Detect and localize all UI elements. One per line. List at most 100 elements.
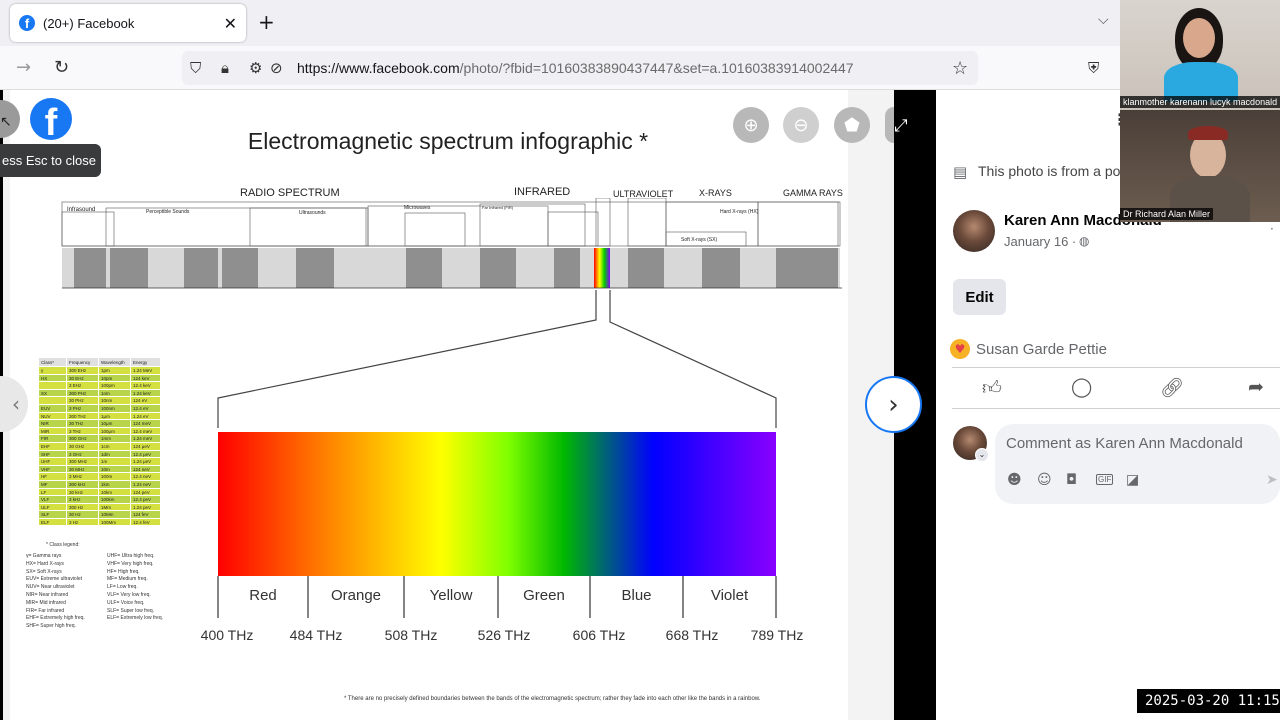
pocket-icon[interactable]: ⛨ [1088, 59, 1099, 77]
class-table-row: NIR 30 THz 10μm 124 meV [39, 420, 161, 428]
class-table-row: LF 30 kHz 10km 124 peV [39, 488, 161, 497]
browser-tab[interactable]: f (20+) Facebook ✕ [10, 4, 246, 42]
zoom-connector-lines [217, 290, 777, 428]
class-legend-item: NUV= Near ultraviolet [26, 584, 75, 591]
zoom-out-icon[interactable]: ⊖ [783, 107, 819, 143]
class-table-cell: EHF [39, 442, 67, 450]
class-table-row: EUV 3 PHz 100nm 12.4 eV [39, 404, 161, 413]
permissions-icon[interactable]: ⚙ [249, 59, 262, 77]
class-table-cell: 100μm [99, 427, 131, 435]
sub-band-soft-xrays: Soft X-rays (SX) [681, 237, 718, 243]
chevron-down-icon[interactable]: ⌄ [975, 448, 989, 462]
comment-input[interactable]: Comment as Karen Ann Macdonald [1006, 435, 1243, 452]
lock-icon[interactable]: 🔒︎ [221, 59, 229, 77]
class-table-cell: 124 peV [131, 488, 161, 496]
color-label-red: Red [249, 587, 277, 604]
class-table-cell: 100pm [99, 382, 131, 389]
class-table-cell: 124 eV [131, 397, 161, 404]
class-table-row: MIR 3 THz 100μm 12.4 meV [39, 427, 161, 436]
class-table-cell: ELF [39, 518, 67, 526]
options-button-partial[interactable] [885, 107, 894, 143]
color-label-orange: Orange [330, 587, 382, 604]
tag-icon[interactable]: ⬟ [834, 107, 870, 143]
class-table-cell: 124 feV [131, 511, 161, 518]
sub-band-microwaves: Microwaves [404, 205, 431, 211]
edit-button[interactable]: Edit [953, 279, 1006, 315]
author-avatar[interactable] [953, 210, 995, 252]
class-table-cell: 100Mm [99, 518, 131, 526]
class-table-cell: 1.24 MeV [131, 367, 161, 374]
class-legend-item: MF= Medium freq. [107, 576, 148, 583]
class-table-cell: 12.4 μeV [131, 450, 161, 458]
class-table-cell: 3 GHz [67, 450, 99, 458]
album-source-text[interactable]: This photo is from a po [978, 163, 1120, 179]
class-table-cell: VHF [39, 465, 67, 473]
new-tab-button[interactable]: + [258, 10, 275, 34]
shield-icon[interactable]: ⛉ [190, 59, 201, 77]
participant-1-face [1183, 18, 1215, 58]
camera-icon[interactable]: ◘ [1066, 472, 1077, 488]
facebook-logo-icon[interactable]: f [30, 98, 72, 140]
class-table-row: UHF 300 MHz 1m 1.24 μeV [39, 458, 161, 466]
class-legend-item: γ= Gamma rays [26, 553, 62, 559]
globe-icon: ◍ [1079, 234, 1090, 248]
class-legend-item: VHF= Very high freq. [107, 560, 154, 567]
zoom-in-icon[interactable]: ⊕ [733, 107, 769, 143]
reload-icon[interactable]: ↻ [54, 57, 69, 78]
class-table-cell: γ [39, 367, 67, 374]
class-table-cell: 30 GHz [67, 442, 99, 450]
class-table-cell: NIR [39, 420, 67, 427]
chevron-down-icon[interactable]: ⌵ [1098, 12, 1109, 28]
class-table-cell: 1Mm [99, 503, 131, 511]
care-reaction-icon[interactable]: ♥ [950, 339, 970, 359]
class-table-row: VHF 30 MHz 10m 124 neV [39, 465, 161, 474]
class-table-cell: 10m [99, 465, 131, 473]
class-table-cell: 1km [99, 480, 131, 488]
class-table: Class* Frequency Wavelength Energy γ 300 EHz 1… [39, 358, 161, 527]
next-photo-button[interactable]: › [865, 376, 922, 433]
class-table-row: EHF 30 GHz 1cm 124 μeV [39, 442, 161, 451]
camera-blocked-icon[interactable]: ⊘ [270, 59, 283, 77]
like-icon[interactable]: 👍︎ [982, 377, 1002, 400]
class-table-row: γ 300 EHz 1pm 1.24 MeV [39, 367, 161, 375]
fullscreen-icon[interactable]: ⤢ [894, 116, 908, 136]
sticker-icon[interactable]: ◪ [1126, 472, 1139, 488]
legend-title: * Class legend: [46, 542, 80, 548]
class-table-cell: 10km [99, 488, 131, 496]
url-text[interactable]: https://www.facebook.com/photo/?fbid=101… [297, 60, 854, 76]
divider [952, 408, 1280, 409]
post-menu-icon[interactable]: · [1270, 222, 1274, 236]
class-table-cell: ULF [39, 503, 67, 511]
class-table-cell: 100m [99, 473, 131, 480]
bookmark-star-icon[interactable]: ☆ [952, 58, 968, 79]
freq-label-508: 508 THz [384, 627, 438, 643]
emoji-icon[interactable]: ☺ [1037, 472, 1052, 488]
forward-icon[interactable]: → [16, 57, 31, 78]
freq-label-789: 789 THz [750, 627, 804, 643]
class-table-cell: 1pm [99, 367, 131, 374]
class-table-cell: 10μm [99, 420, 131, 427]
class-legend-item: VLF= Very low freq. [107, 591, 151, 598]
avatar-sticker-icon[interactable]: ☻ [1007, 472, 1022, 488]
participant-2-name: Dr Richard Alan Miller [1120, 208, 1214, 220]
class-table-cell: FIR [39, 435, 67, 442]
comment-icon[interactable]: ◯ [1071, 376, 1092, 398]
band-header-infrared: INFRARED [514, 186, 571, 198]
gif-icon[interactable]: GIF [1096, 474, 1114, 485]
class-table-cell: 30 Hz [67, 511, 99, 518]
class-table-cell: 1.24 meV [131, 435, 161, 442]
band-header-xrays: X-RAYS [699, 188, 732, 198]
color-label-yellow: Yellow [429, 587, 473, 604]
share-icon[interactable]: ➦ [1248, 376, 1264, 398]
tab-close-icon[interactable]: ✕ [224, 14, 237, 33]
class-table-cell [39, 382, 67, 389]
post-date[interactable]: January 16 · [1004, 234, 1076, 249]
link-icon[interactable]: 🔗︎ [1160, 376, 1184, 399]
class-table-cell: Frequency [67, 358, 99, 366]
send-icon[interactable]: ➤ [1266, 472, 1278, 488]
class-table-cell: 3 MHz [67, 473, 99, 480]
class-table-cell: 300 Hz [67, 503, 99, 511]
reaction-name[interactable]: Susan Garde Pettie [976, 341, 1107, 358]
class-table-row: FIR 300 GHz 1mm 1.24 meV [39, 435, 161, 443]
freq-label-606: 606 THz [572, 627, 626, 643]
